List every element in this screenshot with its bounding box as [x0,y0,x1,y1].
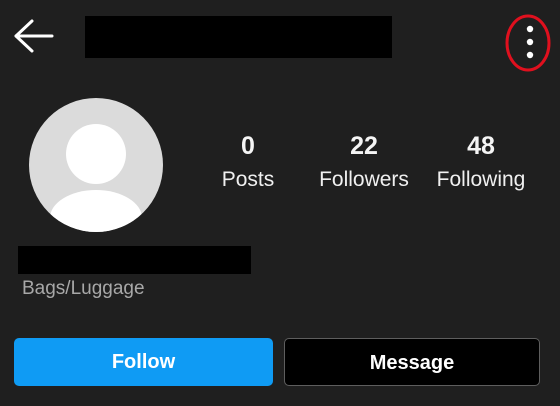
vertical-ellipsis-icon [526,25,534,59]
display-name-redacted [18,246,251,274]
following-count: 48 [467,132,495,160]
message-button[interactable]: Message [284,338,540,386]
followers-count: 22 [350,132,378,160]
username-redacted [85,16,392,58]
profile-category: Bags/Luggage [22,278,145,299]
followers-label: Followers [319,168,409,191]
default-avatar-icon [50,124,142,232]
avatar[interactable] [29,98,163,232]
follow-button[interactable]: Follow [14,338,273,386]
arrow-left-icon [14,19,54,53]
profile-screen: 0 Posts 22 Followers 48 Following Bags/L… [0,0,560,406]
stat-followers[interactable]: 22 Followers [309,130,419,196]
back-button[interactable] [12,18,56,54]
stat-following[interactable]: 48 Following [428,130,534,196]
posts-count: 0 [241,132,255,160]
stat-posts[interactable]: 0 Posts [205,130,291,196]
posts-label: Posts [221,168,275,191]
more-options-button[interactable] [503,12,553,72]
following-label: Following [436,168,526,191]
